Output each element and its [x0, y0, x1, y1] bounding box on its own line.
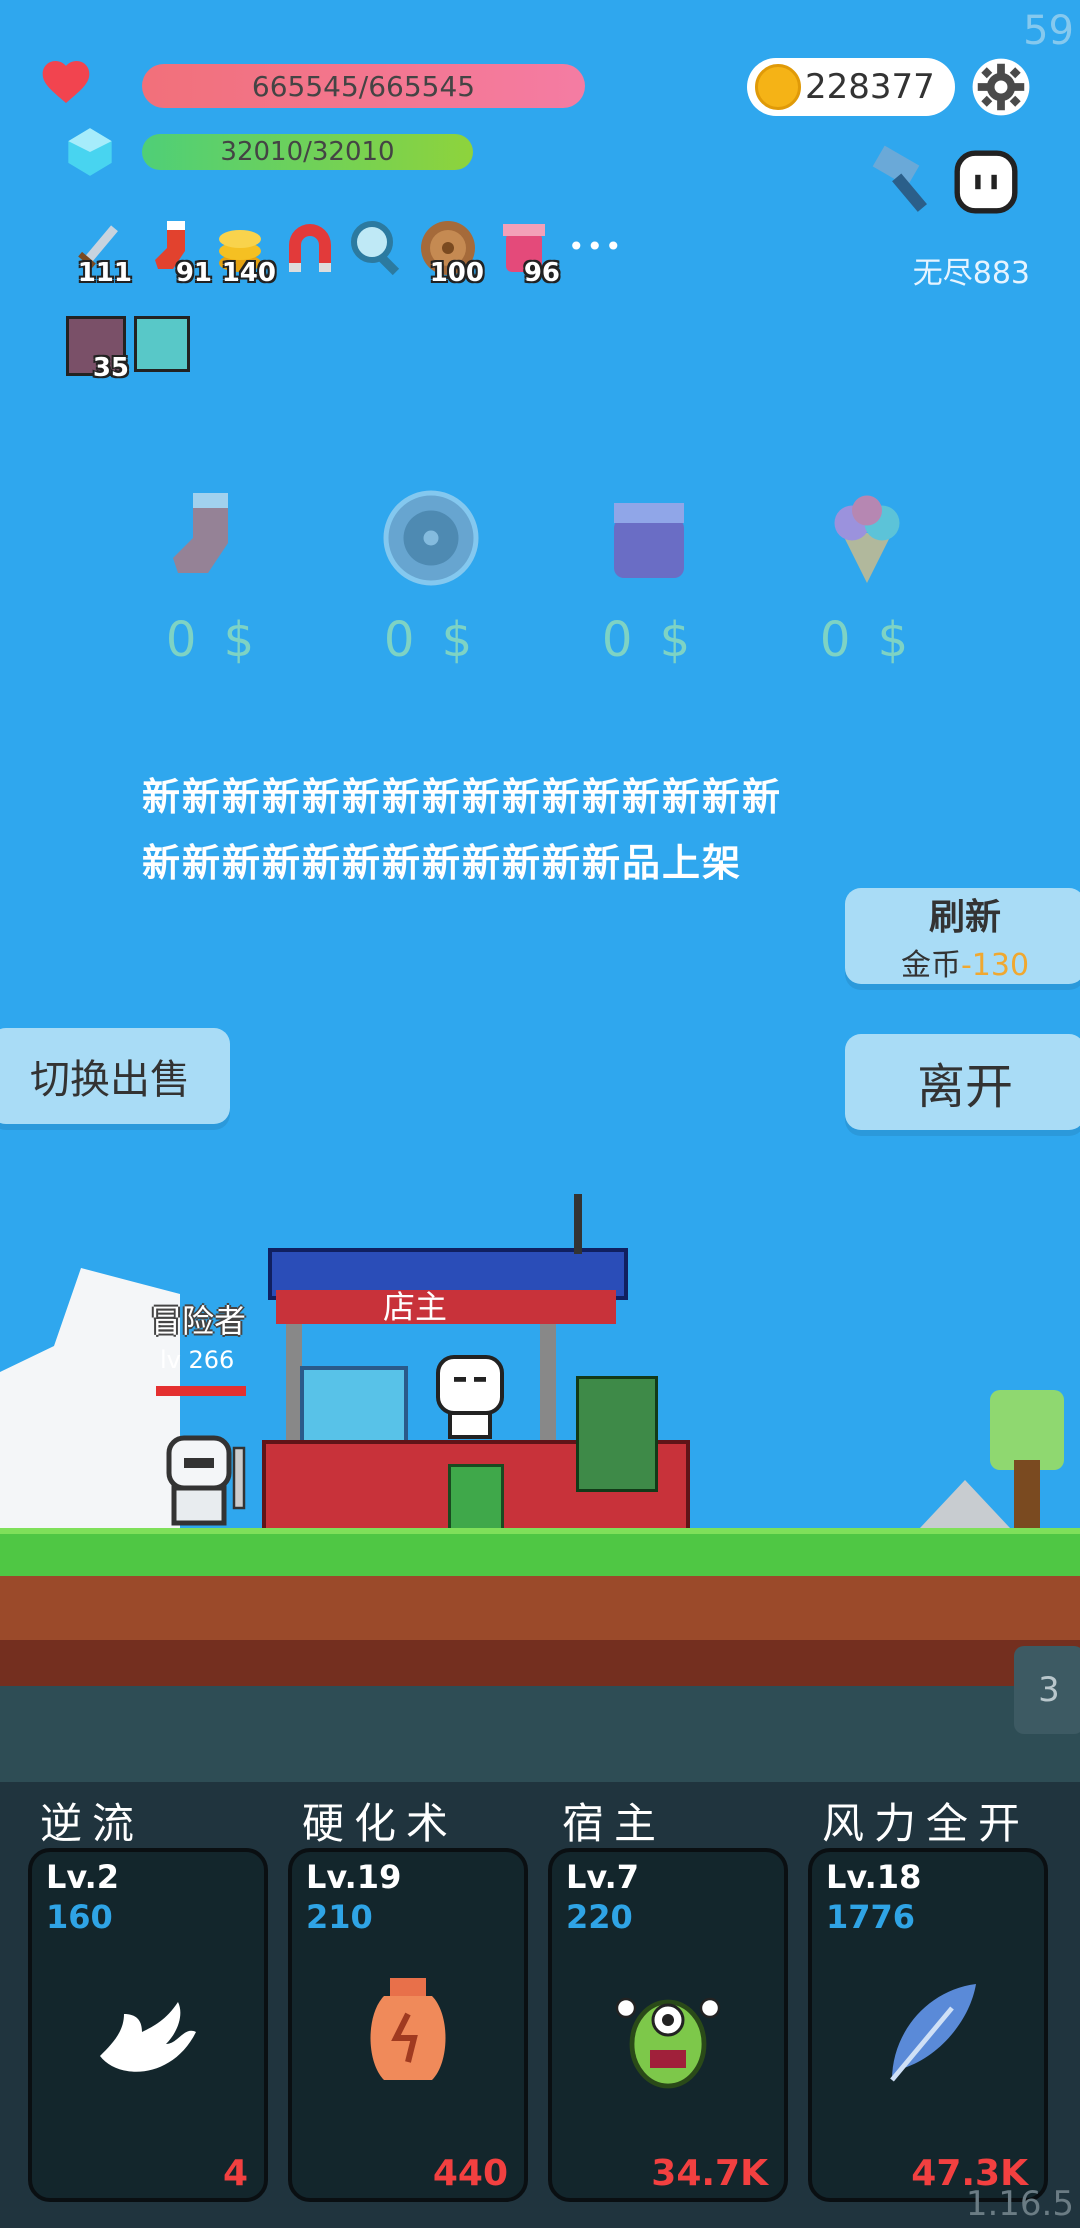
coins-buff-icon: 140 — [210, 218, 276, 288]
shop-price: 0 $ — [165, 612, 261, 668]
shop-item-ice-cream[interactable]: 0 $ — [792, 488, 942, 668]
skill-name: 风力全开 — [822, 1799, 1031, 1848]
coin-icon — [755, 64, 801, 110]
shop-item-sock[interactable]: 0 $ — [138, 488, 288, 668]
gold-display: 228377 — [747, 58, 955, 116]
refresh-button[interactable]: 刷新 金币-130 — [845, 888, 1080, 984]
shield-buff-icon: 100 — [418, 218, 484, 288]
fps-counter: 59 — [1023, 8, 1074, 54]
skill-level: Lv.19 — [306, 1858, 402, 1896]
skill-name: 硬化术 — [302, 1799, 459, 1848]
version-label: 1.16.5 — [965, 2184, 1074, 2224]
refresh-label: 刷新 — [928, 897, 1001, 938]
ground-dark — [0, 1640, 1080, 1686]
shop-item-shield[interactable]: 0 $ — [356, 488, 506, 668]
hammer-icon[interactable] — [868, 142, 948, 222]
adventurer-label: 冒险者 — [150, 1302, 247, 1340]
lightbulb-buff-icon — [134, 316, 190, 372]
skill-value: 440 — [432, 2153, 508, 2194]
skill-card-hardening[interactable]: Lv.19 210 440 — [288, 1848, 528, 2202]
mp-bar: 32010/32010 — [142, 134, 473, 170]
heart-icon — [42, 61, 90, 103]
switch-sell-button[interactable]: 切换出售 — [0, 1028, 230, 1124]
tree-trunk — [1014, 1460, 1040, 1530]
leave-button[interactable]: 离开 — [845, 1034, 1080, 1130]
shopkeeper-label: 店主 — [382, 1288, 447, 1326]
vase-icon — [370, 1978, 446, 2080]
shopkeeper-icon — [436, 1355, 504, 1439]
shop-item-jam[interactable]: 0 $ — [574, 488, 724, 668]
skill-value: 34.7K — [651, 2153, 768, 2194]
sword-buff-icon: 111 — [66, 218, 132, 288]
skill-name: 宿主 — [562, 1799, 667, 1848]
jam-icon — [614, 503, 684, 578]
gold-amount: 228377 — [805, 67, 935, 107]
shop-message: 新新新新新新新新新新新新新新新新 新新新新新新新新新新新新品上架 — [142, 764, 862, 896]
feather-icon — [890, 1984, 976, 2082]
rock-decoration — [920, 1480, 1010, 1528]
skill-cost: 160 — [46, 1898, 113, 1936]
gear-icon[interactable] — [970, 56, 1032, 118]
shield-icon — [383, 490, 479, 586]
page-tab-3[interactable]: 3 — [1014, 1646, 1080, 1734]
adventurer-level: lv 266 — [160, 1346, 235, 1374]
refresh-cost: 金币-130 — [900, 948, 1030, 983]
ghost-icon[interactable] — [950, 146, 1022, 218]
water-strip — [0, 1686, 1080, 1782]
knight-icon — [166, 1435, 246, 1526]
zombie-figure — [576, 1376, 658, 1492]
endless-mode-label: 无尽883 — [912, 256, 1030, 291]
shop-chest — [448, 1464, 504, 1534]
message-line-2: 新新新新新新新新新新新新品上架 — [142, 841, 743, 885]
skill-card-host[interactable]: Lv.7 220 34.7K — [548, 1848, 788, 2202]
shop-price: 0 $ — [601, 612, 697, 668]
magnet-buff-icon — [280, 218, 340, 278]
sock-buff-icon: 91 — [146, 218, 212, 288]
shop-antenna — [574, 1194, 582, 1254]
tree-decoration — [990, 1390, 1064, 1470]
skill-level: Lv.2 — [46, 1858, 120, 1896]
hp-bar: 665545/665545 — [142, 64, 585, 108]
adventurer-hp-bar — [156, 1386, 246, 1396]
shop-price: 0 $ — [819, 612, 915, 668]
magnifier-buff-icon — [348, 218, 408, 278]
ice-cream-icon — [834, 495, 900, 583]
jam-buff-icon: 96 — [494, 218, 560, 288]
skill-level: Lv.18 — [826, 1858, 922, 1896]
skill-level: Lv.7 — [566, 1858, 640, 1896]
crystal-icon — [68, 128, 112, 176]
skill-card-countercurrent[interactable]: Lv.2 160 4 — [28, 1848, 268, 2202]
skill-card-full-wind[interactable]: Lv.18 1776 47.3K — [808, 1848, 1048, 2202]
wing-icon — [100, 2002, 196, 2072]
monster-icon — [615, 1997, 721, 2089]
more-buffs-button[interactable]: ••• — [568, 230, 624, 263]
message-line-1: 新新新新新新新新新新新新新新新新 — [142, 775, 783, 819]
skill-cost: 210 — [306, 1898, 373, 1936]
shop-pole — [540, 1324, 556, 1444]
skill-name: 逆流 — [40, 1799, 145, 1848]
sock-icon — [173, 493, 228, 573]
ground-grass — [0, 1528, 1080, 1582]
skill-cost: 1776 — [826, 1898, 916, 1936]
skill-value: 4 — [222, 2153, 248, 2194]
sword-box-buff-icon: 35 — [66, 316, 129, 383]
shop-price: 0 $ — [383, 612, 479, 668]
skill-cost: 220 — [566, 1898, 633, 1936]
